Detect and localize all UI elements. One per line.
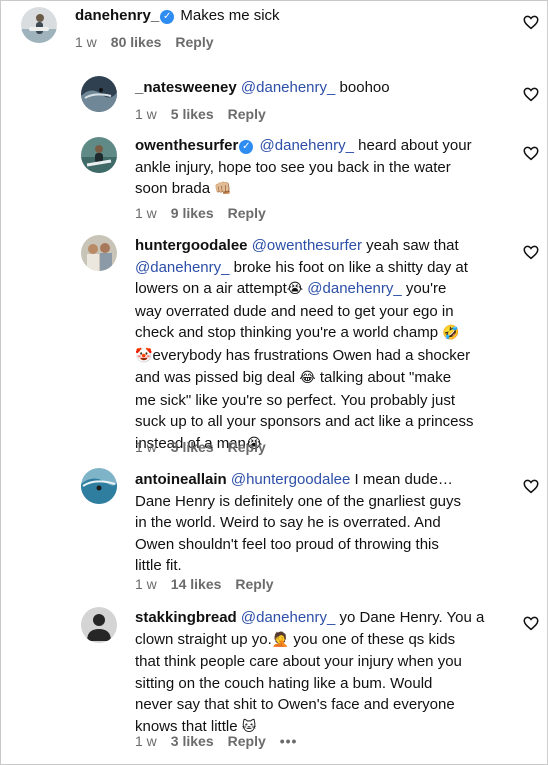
mention-link[interactable]: @danehenry_ xyxy=(260,137,354,154)
comment-body: broke his foot on like a shitty day at xyxy=(233,258,468,276)
comment-body: lowers on a air attempt xyxy=(135,280,287,297)
comment-body: knows that little xyxy=(135,717,238,735)
avatar[interactable] xyxy=(81,607,117,643)
comment-body: way overrated dude and need to get your … xyxy=(135,302,454,320)
reply-button[interactable]: Reply xyxy=(228,106,266,122)
reply-button[interactable]: Reply xyxy=(228,439,266,455)
comment-meta: 1 w 14 likes Reply xyxy=(135,576,288,592)
comment-meta: 1 w 3 likes Reply ••• xyxy=(135,733,311,749)
comment-body: you're xyxy=(405,280,447,297)
comment-text: antoineallain @huntergoodalee I mean dud… xyxy=(135,469,515,577)
heart-icon[interactable] xyxy=(522,614,540,632)
verified-badge-icon: ✓ xyxy=(239,140,254,154)
clown-emoji: 🤡 xyxy=(135,347,153,364)
comment-text: _natesweeney @danehenry_ boohoo xyxy=(135,77,390,99)
comment-body: clown straight up yo. xyxy=(135,630,272,648)
comment-meta: 1 w 3 likes Reply xyxy=(135,439,280,455)
comment-meta: 1 w 9 likes Reply xyxy=(135,205,280,221)
comment-body: that think people care about your injury… xyxy=(135,653,462,670)
verified-badge-icon: ✓ xyxy=(160,10,175,24)
likes-count[interactable]: 3 likes xyxy=(171,733,214,749)
username[interactable]: _natesweeney xyxy=(135,79,237,96)
timestamp: 1 w xyxy=(135,439,157,455)
heart-icon[interactable] xyxy=(522,144,540,162)
timestamp: 1 w xyxy=(135,733,157,749)
comment-text: huntergoodalee @owenthesurfer yeah saw t… xyxy=(135,235,525,455)
laughing-emoji: 😂 xyxy=(299,370,316,386)
comment-text: owenthesurfer ✓ @danehenry_ heard about y… xyxy=(135,135,515,201)
comment-body: sitting on the couch hating like a bum. … xyxy=(135,674,433,692)
username[interactable]: antoineallain xyxy=(135,471,227,488)
username[interactable]: danehenry_ xyxy=(75,7,159,24)
mention-link[interactable]: @danehenry_ xyxy=(241,609,335,626)
mention-link[interactable]: @huntergoodalee xyxy=(231,471,351,488)
comment-body: everybody has frustrations Owen had a sh… xyxy=(152,346,471,364)
comment-body: talking about "make xyxy=(319,369,452,386)
avatar[interactable] xyxy=(81,235,117,271)
rofl-emoji: 🤣 xyxy=(442,325,460,341)
crying-emoji: 😭 xyxy=(286,281,304,297)
reply-button[interactable]: Reply xyxy=(235,576,273,592)
likes-count[interactable]: 9 likes xyxy=(171,205,214,221)
comment-meta: 1 w 5 likes Reply xyxy=(135,106,280,122)
comment-body: Dane Henry is definitely one of the gnar… xyxy=(135,492,462,510)
comment-body: I mean dude… xyxy=(354,471,453,488)
comment-body: yeah saw that xyxy=(366,237,459,254)
username[interactable]: stakkingbread xyxy=(135,609,237,626)
username[interactable]: owenthesurfer xyxy=(135,137,238,154)
mention-link[interactable]: @danehenry_ xyxy=(135,259,229,276)
avatar[interactable] xyxy=(21,7,57,43)
heart-icon[interactable] xyxy=(522,85,540,103)
timestamp: 1 w xyxy=(135,106,157,122)
comment-body: never say that shit to Owen's face and e… xyxy=(135,696,455,713)
mention-link[interactable]: @danehenry_ xyxy=(241,79,335,96)
comment-body: heard about your xyxy=(358,137,472,154)
avatar[interactable] xyxy=(81,468,117,504)
mention-link[interactable]: @owenthesurfer xyxy=(252,237,362,254)
comment-body: ankle injury, hope too see you back in t… xyxy=(135,158,451,176)
comment-body: in the world. Weird to say he is overrat… xyxy=(135,514,441,531)
comment-text: stakkingbread @danehenry_ yo Dane Henry.… xyxy=(135,607,525,738)
comment-body: Makes me sick xyxy=(180,7,280,24)
comment-body: me sick" like you're so perfect. You pro… xyxy=(135,391,456,409)
reply-button[interactable]: Reply xyxy=(175,34,213,50)
comment-text: danehenry_ ✓ Makes me sick xyxy=(75,5,280,27)
avatar[interactable] xyxy=(81,137,117,173)
reply-button[interactable]: Reply xyxy=(228,733,266,749)
comment-body: you one of these qs kids xyxy=(293,630,456,648)
comments-panel: danehenry_ ✓ Makes me sick 1 w 80 likes Rep… xyxy=(0,0,548,765)
comment-body: Owen shouldn't feel too proud of throwin… xyxy=(135,535,439,553)
likes-count[interactable]: 5 likes xyxy=(171,106,214,122)
facepalm-emoji: 🤦 xyxy=(271,631,290,648)
comment-body: boohoo xyxy=(339,79,390,96)
username[interactable]: huntergoodalee xyxy=(135,237,248,254)
comment-body: suck up to all your sponsors and act lik… xyxy=(135,413,474,430)
comment-meta: 1 w 80 likes Reply xyxy=(75,34,228,50)
heart-icon[interactable] xyxy=(522,477,540,495)
comment-body: little fit. xyxy=(135,557,182,574)
timestamp: 1 w xyxy=(135,576,157,592)
heart-icon[interactable] xyxy=(522,13,540,31)
timestamp: 1 w xyxy=(75,34,97,50)
likes-count[interactable]: 14 likes xyxy=(171,576,222,592)
reply-button[interactable]: Reply xyxy=(228,205,266,221)
mention-link[interactable]: @danehenry_ xyxy=(307,280,401,297)
fist-bump-emoji: 👊🏼 xyxy=(214,181,232,197)
avatar[interactable] xyxy=(81,76,117,112)
more-options-icon[interactable]: ••• xyxy=(280,733,298,749)
timestamp: 1 w xyxy=(135,205,157,221)
comment-body: yo Dane Henry. You a xyxy=(339,609,485,626)
likes-count[interactable]: 3 likes xyxy=(171,439,214,455)
heart-icon[interactable] xyxy=(522,243,540,261)
comment-body: soon brada xyxy=(135,180,211,197)
likes-count[interactable]: 80 likes xyxy=(111,34,162,50)
comment-body: check and stop thinking you're a world c… xyxy=(135,324,439,341)
comment-body: and was pissed big deal xyxy=(135,369,296,386)
